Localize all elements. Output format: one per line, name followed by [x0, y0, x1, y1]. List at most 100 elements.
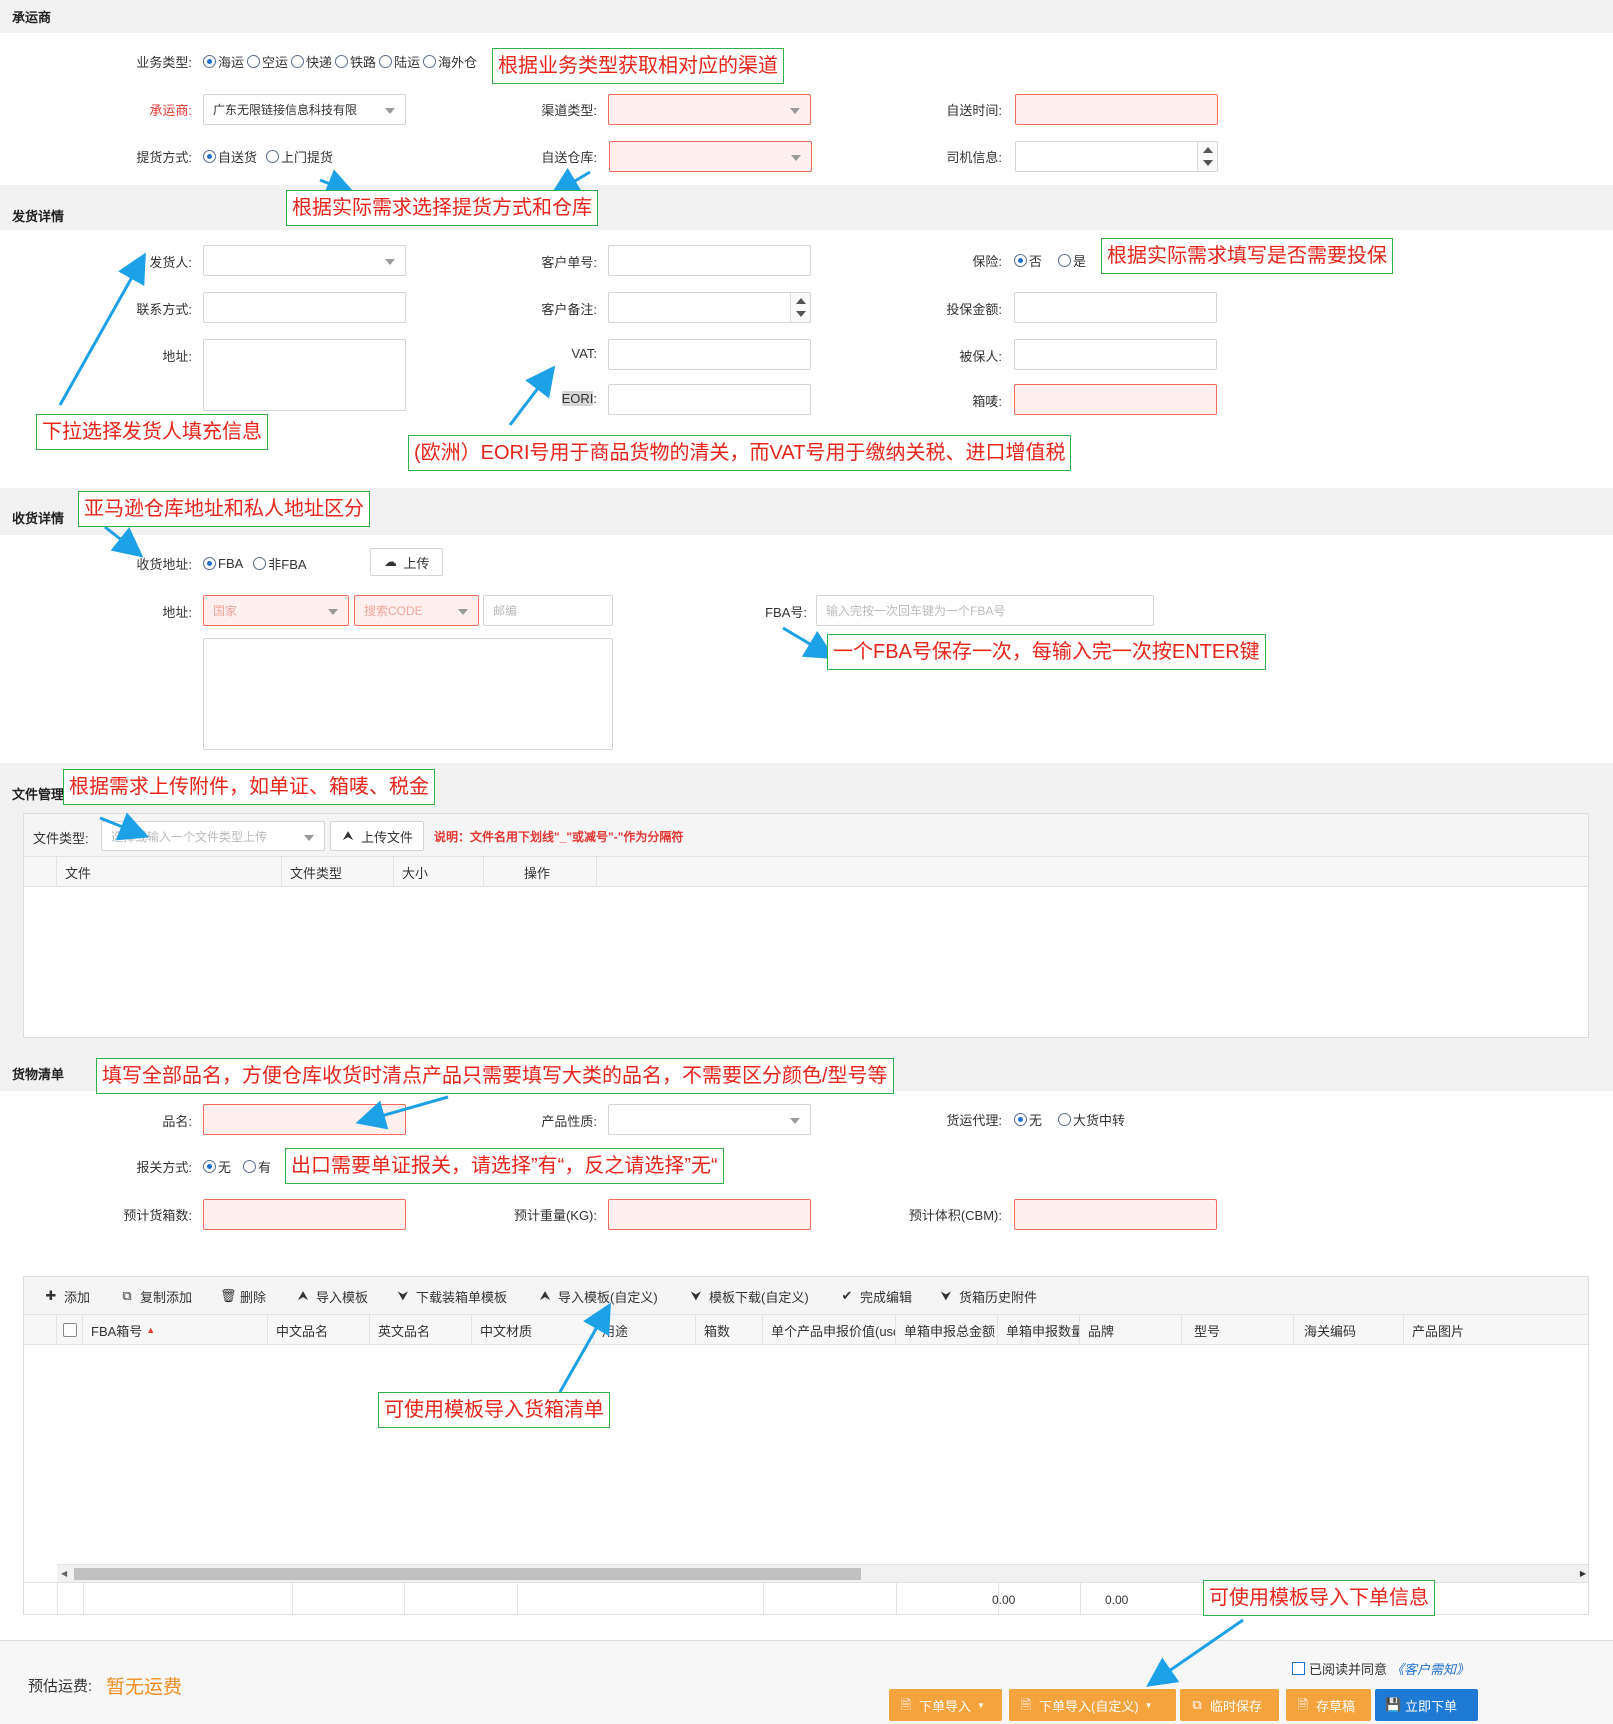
- import-custom-template-button[interactable]: ⮝ 导入模板(自定义): [538, 1277, 657, 1315]
- est-freight-value: 暂无运费: [106, 1677, 183, 1698]
- radio-customs-yes[interactable]: 有: [243, 1157, 271, 1176]
- customer-notice-link[interactable]: 《客户需知》: [1391, 1659, 1469, 1678]
- eori-label-text: EORI: [561, 391, 594, 406]
- radio-dot: [1014, 1113, 1027, 1126]
- order-import-button[interactable]: 🗎 下单导入 ▼: [889, 1689, 1002, 1721]
- radio-land[interactable]: 陆运: [379, 52, 420, 71]
- file-type-select[interactable]: 选择或输入一个文件类型上传: [101, 821, 325, 851]
- biz-type-radios: 海运 空运 快递 铁路 陆运 海外仓: [203, 52, 480, 71]
- spinner-icon[interactable]: [790, 293, 810, 322]
- driver-info-label: 司机信息:: [946, 150, 1002, 165]
- radio-customs-none[interactable]: 无: [203, 1157, 231, 1176]
- self-warehouse-select[interactable]: [609, 141, 812, 172]
- box-history-attachments-button[interactable]: ⮟ 货箱历史附件: [939, 1277, 1037, 1315]
- radio-forwarder-none[interactable]: 无: [1014, 1110, 1042, 1129]
- insured-person-input[interactable]: [1014, 339, 1217, 370]
- fba-placeholder: 输入完按一次回车键为一个FBA号: [826, 604, 1006, 618]
- delete-button[interactable]: 🗑 删除: [220, 1277, 266, 1315]
- carrier-section-title: 承运商: [12, 10, 52, 25]
- agree-text: 已阅读并同意: [1309, 1662, 1388, 1677]
- chevron-down-icon: ▼: [977, 1700, 985, 1710]
- radio-self-delivery[interactable]: 自送货: [203, 147, 257, 166]
- order-import-custom-button[interactable]: 🗎 下单导入(自定义) ▼: [1009, 1689, 1176, 1721]
- est-weight-input[interactable]: [608, 1199, 811, 1230]
- self-send-time-input[interactable]: [1015, 94, 1218, 125]
- radio-overseas-wh[interactable]: 海外仓: [423, 52, 477, 71]
- file-type-label: 文件类型:: [33, 831, 89, 846]
- fba-input[interactable]: 输入完按一次回车键为一个FBA号: [816, 595, 1154, 626]
- temp-save-button[interactable]: ⧉ 临时保存: [1180, 1689, 1279, 1721]
- finish-edit-button[interactable]: ✔ 完成编辑: [840, 1277, 912, 1315]
- copy-add-button[interactable]: ⧉ 复制添加: [120, 1277, 192, 1315]
- save-icon: 💾: [1385, 1697, 1402, 1712]
- cargo-col-fba-box[interactable]: FBA箱号 ▲: [83, 1315, 268, 1345]
- place-order-button[interactable]: 💾 立即下单: [1375, 1689, 1478, 1721]
- footer-divider: [404, 1583, 405, 1614]
- driver-info-input[interactable]: [1015, 141, 1218, 172]
- footer-divider: [517, 1583, 518, 1614]
- upload-button[interactable]: ☁ 上传: [370, 548, 443, 576]
- code-select[interactable]: 搜索CODE: [354, 595, 479, 626]
- insured-amount-input[interactable]: [1014, 292, 1217, 323]
- insured-person-label: 被保人:: [959, 349, 1002, 364]
- radio-door-pickup[interactable]: 上门提货: [266, 147, 333, 166]
- agree-checkbox[interactable]: [1292, 1662, 1305, 1675]
- radio-forwarder-transit[interactable]: 大货中转: [1058, 1110, 1125, 1129]
- save-draft-button[interactable]: 🗎 存草稿: [1286, 1689, 1371, 1721]
- radio-insurance-yes[interactable]: 是: [1058, 251, 1086, 270]
- est-volume-input[interactable]: [1014, 1199, 1217, 1230]
- customer-no-input[interactable]: [608, 245, 811, 276]
- select-all-checkbox[interactable]: [63, 1323, 77, 1337]
- zip-input[interactable]: 邮编: [483, 595, 613, 626]
- sender-select[interactable]: [203, 245, 406, 276]
- add-label: 添加: [64, 1289, 91, 1305]
- add-button[interactable]: ✚ 添加: [44, 1277, 90, 1315]
- country-select[interactable]: 国家: [203, 595, 349, 626]
- scrollbar-thumb[interactable]: [74, 1568, 861, 1580]
- radio-express[interactable]: 快递: [291, 52, 332, 71]
- address-textarea[interactable]: [203, 339, 406, 411]
- radio-dot: [203, 557, 216, 570]
- note-order-import: 可使用模板导入下单信息: [1203, 1580, 1435, 1616]
- product-nature-label: 产品性质:: [541, 1114, 597, 1129]
- import-template-button[interactable]: ⮝ 导入模板: [296, 1277, 368, 1315]
- est-boxes-input[interactable]: [203, 1199, 406, 1230]
- vat-input[interactable]: [608, 339, 811, 370]
- radio-fba[interactable]: FBA: [203, 556, 243, 571]
- carrier-select[interactable]: 广东无限链接信息科技有限: [203, 94, 406, 125]
- radio-air[interactable]: 空运: [247, 52, 288, 71]
- upload-file-button[interactable]: ⮝ 上传文件: [330, 821, 424, 851]
- customs-label: 报关方式:: [136, 1160, 192, 1175]
- channel-type-select[interactable]: [608, 94, 811, 125]
- contact-input[interactable]: [203, 292, 406, 323]
- box-history-attachments-label: 货箱历史附件: [959, 1289, 1038, 1305]
- scroll-left-icon[interactable]: ◀: [61, 1569, 67, 1578]
- carrier-section-header: [0, 0, 1613, 33]
- radio-non-fba[interactable]: 非FBA: [253, 554, 307, 573]
- cargo-col-fba-box-label: FBA箱号: [91, 1323, 143, 1339]
- product-nature-select[interactable]: [608, 1104, 811, 1135]
- spinner-icon[interactable]: [1197, 142, 1217, 171]
- radio-dot: [247, 55, 261, 68]
- product-name-input[interactable]: [203, 1104, 406, 1135]
- cargo-col-brand: 品牌: [1080, 1315, 1182, 1345]
- box-mark-input[interactable]: [1014, 384, 1217, 415]
- goods-section-title: 货物清单: [12, 1067, 65, 1082]
- radio-insurance-no[interactable]: 否: [1014, 251, 1042, 270]
- download-icon: ⮟: [940, 1288, 952, 1303]
- note-files: 根据需求上传附件，如单证、箱唛、税金: [63, 769, 435, 805]
- cargo-col-hs-code: 海关编码: [1294, 1315, 1404, 1345]
- customer-note-input[interactable]: [608, 292, 811, 323]
- fba-label: FBA号:: [765, 605, 807, 620]
- recv-address-textarea[interactable]: [203, 638, 613, 750]
- radio-sea[interactable]: 海运: [203, 52, 244, 71]
- radio-label: 陆运: [394, 55, 421, 70]
- download-packing-template-button[interactable]: ⮟ 下载装箱单模板: [396, 1277, 507, 1315]
- cargo-col-cn-name: 中文品名: [268, 1315, 370, 1345]
- download-custom-template-button[interactable]: ⮟ 模板下载(自定义): [689, 1277, 808, 1315]
- radio-label: 上门提货: [281, 150, 334, 165]
- eori-input[interactable]: [608, 384, 811, 415]
- recv-addr-label: 收货地址:: [136, 557, 192, 572]
- radio-rail[interactable]: 铁路: [335, 52, 376, 71]
- scroll-right-icon[interactable]: ▶: [1580, 1569, 1586, 1578]
